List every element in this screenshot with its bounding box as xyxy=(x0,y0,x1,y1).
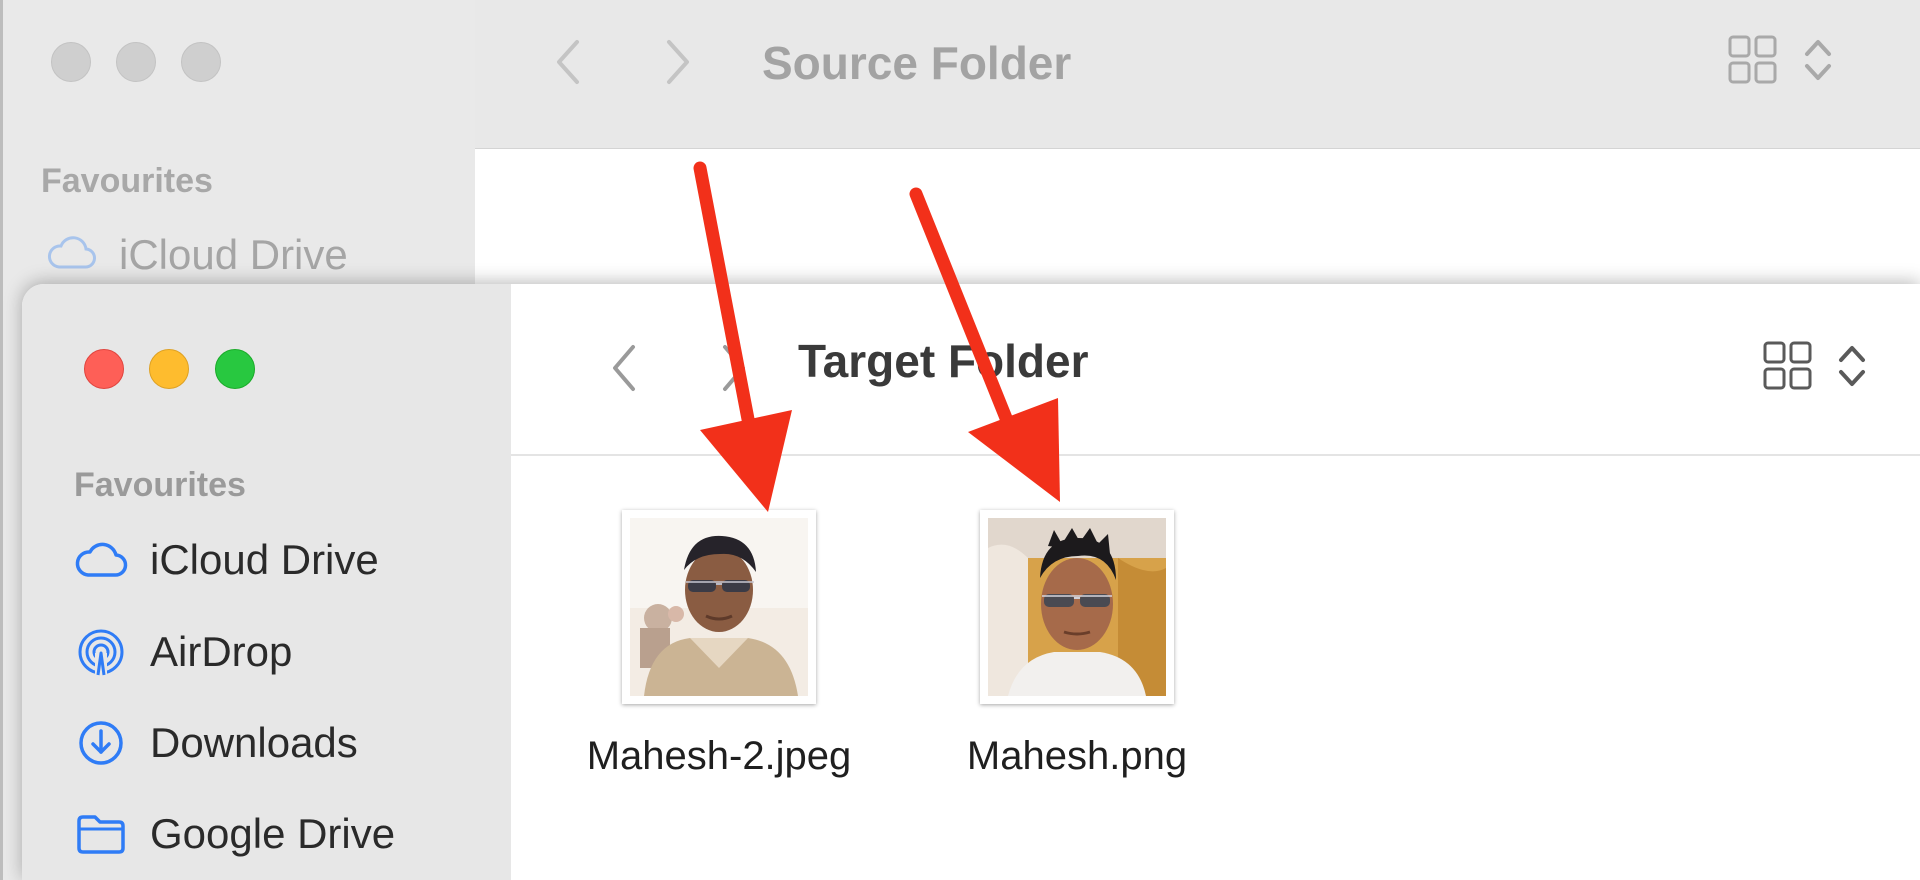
annotation-arrows xyxy=(693,161,1060,512)
red-arrow-icon xyxy=(693,161,792,512)
red-arrow-icon xyxy=(909,187,1060,502)
